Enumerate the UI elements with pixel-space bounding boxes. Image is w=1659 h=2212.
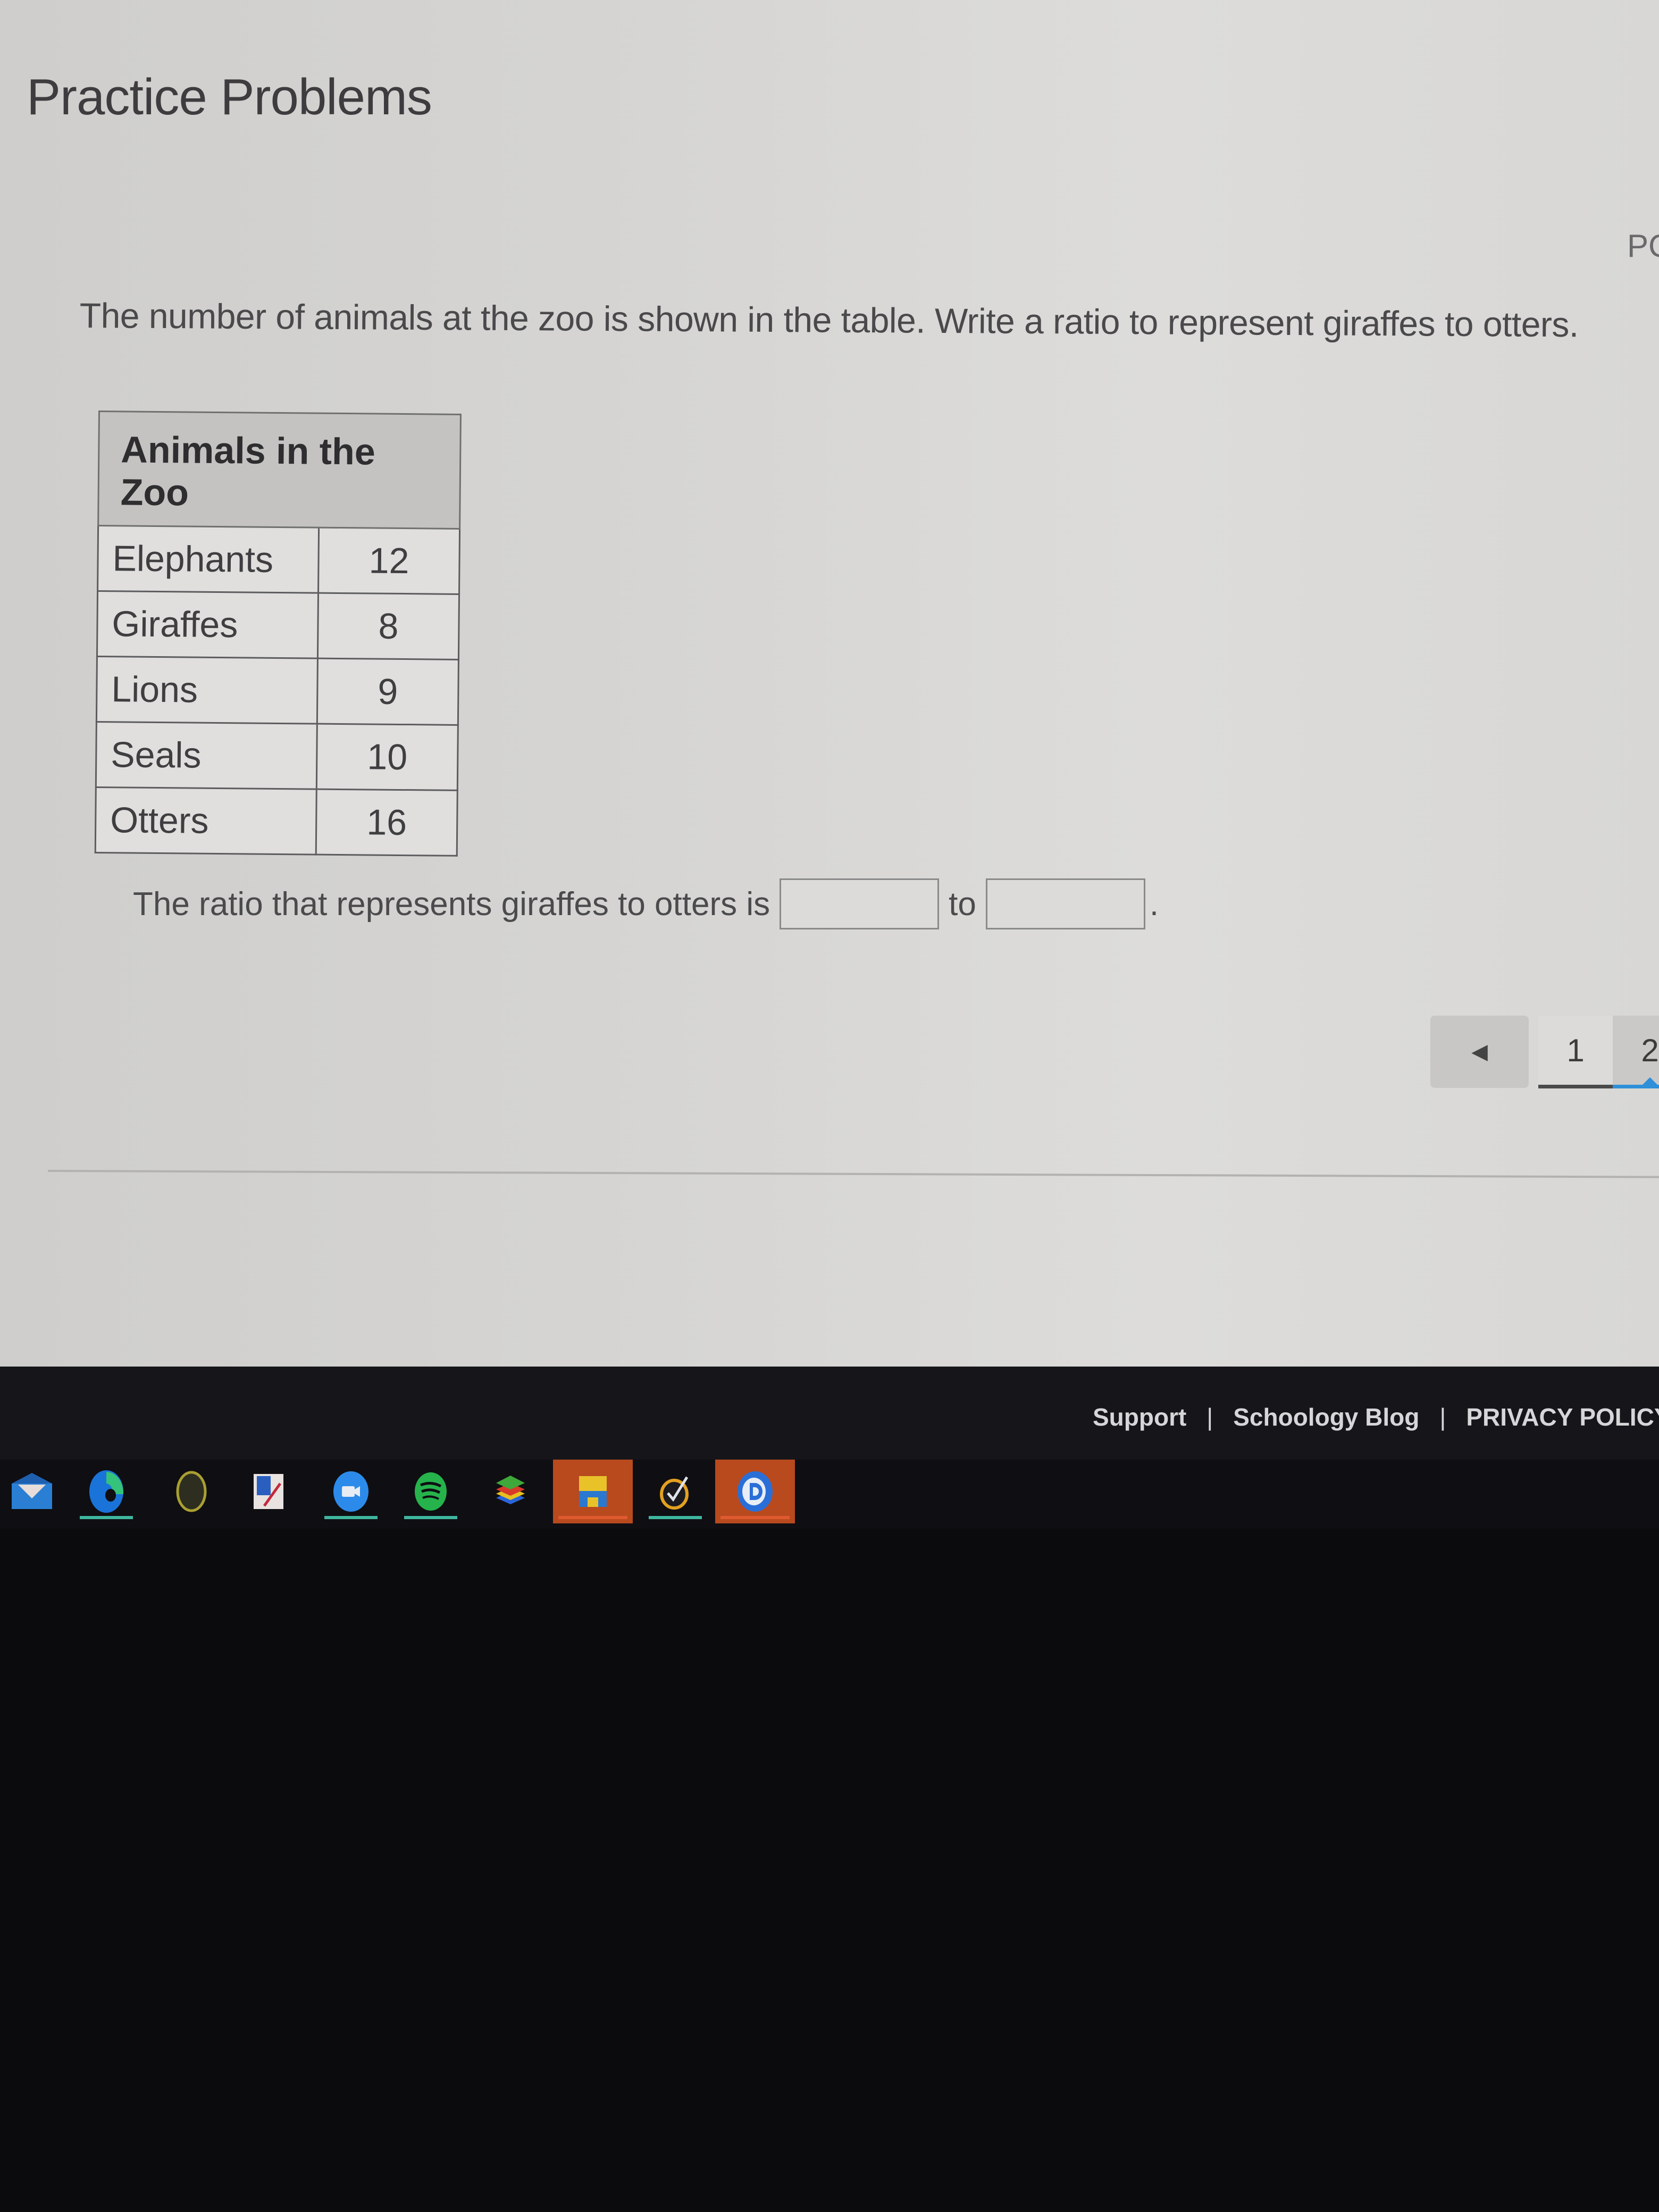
table-row: Seals 10 [96, 722, 458, 791]
content-page: Practice Problems PC The number of anima… [0, 0, 1659, 1367]
taskbar-bluestacks[interactable] [479, 1460, 542, 1523]
giraffes-answer-input[interactable] [780, 878, 940, 929]
otters-answer-input[interactable] [985, 878, 1145, 929]
active-indicator [558, 1516, 627, 1519]
table-row: Elephants 12 [97, 525, 460, 594]
active-indicator [324, 1516, 378, 1519]
table-row: Lions 9 [96, 656, 459, 725]
taskbar-spotify[interactable] [399, 1460, 463, 1523]
page-button-2[interactable]: 2 [1613, 1016, 1659, 1088]
table-row: Otters 16 [95, 787, 458, 856]
answer-connector: to [949, 885, 976, 923]
animal-count: 12 [318, 527, 460, 594]
page-title: Practice Problems [27, 69, 432, 125]
content-divider [47, 1170, 1659, 1178]
zoom-icon [333, 1471, 368, 1512]
taskbar-edge[interactable] [74, 1460, 138, 1523]
taskbar-mail[interactable] [0, 1460, 64, 1523]
active-indicator [80, 1516, 133, 1519]
footer-separator: | [1439, 1403, 1446, 1431]
taskbar-paint[interactable] [237, 1460, 300, 1523]
active-indicator [649, 1516, 702, 1519]
answer-prompt: The ratio that represents giraffes to ot… [133, 885, 770, 923]
footer-links: Support | Schoology Blog | PRIVACY POLIC… [1093, 1403, 1659, 1431]
animal-name: Otters [95, 787, 317, 855]
footer-separator: | [1206, 1403, 1213, 1431]
answer-sentence: The ratio that represents giraffes to ot… [133, 878, 1159, 929]
table-row: Giraffes 8 [97, 591, 459, 660]
question-text: The number of animals at the zoo is show… [79, 296, 1579, 345]
animal-name: Giraffes [97, 591, 319, 659]
paint-icon [254, 1474, 283, 1509]
mail-icon [12, 1473, 52, 1509]
d-app-icon [738, 1471, 773, 1512]
privacy-policy-link[interactable]: PRIVACY POLICY [1466, 1403, 1659, 1431]
pagination: ◀ 1 2 [1430, 1016, 1659, 1088]
support-link[interactable]: Support [1093, 1403, 1186, 1431]
taskbar-check-app[interactable] [643, 1460, 707, 1523]
table-title: Animals in the Zoo [98, 411, 461, 529]
animal-name: Lions [96, 656, 318, 724]
animal-count: 8 [317, 593, 459, 660]
active-indicator [404, 1516, 457, 1519]
animal-count: 9 [317, 658, 459, 725]
animal-name: Elephants [97, 525, 319, 593]
previous-page-button[interactable]: ◀ [1430, 1016, 1529, 1088]
folder-icon [579, 1476, 607, 1507]
monitor-bezel-area [0, 1529, 1659, 2212]
taskbar-file-explorer[interactable] [553, 1460, 633, 1523]
answer-period: . [1149, 885, 1159, 923]
schoology-blog-link[interactable]: Schoology Blog [1233, 1403, 1419, 1431]
animals-table: Animals in the Zoo Elephants 12 Giraffes… [94, 410, 462, 857]
chevron-left-icon: ◀ [1471, 1040, 1488, 1063]
taskbar-d-app[interactable] [715, 1460, 795, 1523]
animal-name: Seals [96, 722, 317, 790]
globe-icon [176, 1471, 207, 1512]
corner-label: PC [1627, 228, 1659, 264]
edge-icon [89, 1470, 124, 1513]
taskbar-globe[interactable] [160, 1460, 223, 1523]
taskbar-zoom[interactable] [319, 1460, 383, 1523]
active-indicator [720, 1516, 790, 1519]
check-icon [660, 1476, 689, 1510]
bluestacks-icon [496, 1476, 525, 1504]
animal-count: 16 [316, 789, 458, 856]
animal-count: 10 [316, 724, 458, 791]
spotify-icon [415, 1472, 447, 1511]
page-button-1[interactable]: 1 [1538, 1016, 1613, 1088]
